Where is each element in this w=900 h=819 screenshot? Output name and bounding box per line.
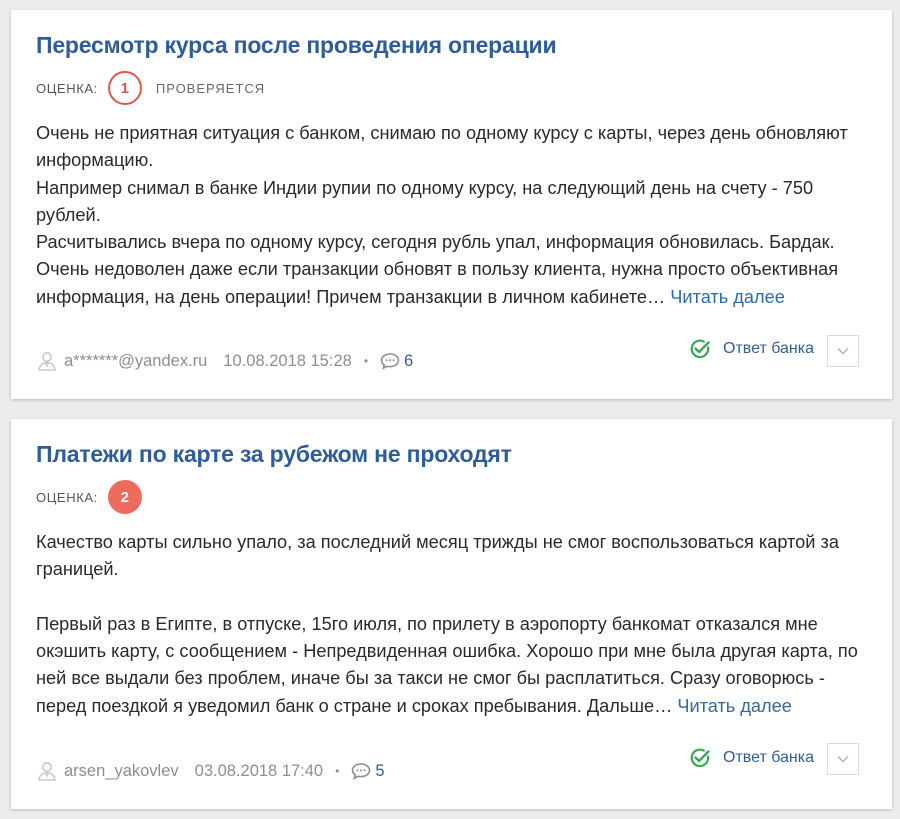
review-paragraph: Качество карты сильно упало, за последни… (36, 532, 839, 580)
comment-count[interactable]: 6 (404, 352, 413, 371)
review-meta: a*******@yandex.ru 10.08.2018 15:28 • 6 (36, 350, 413, 372)
author-name[interactable]: a*******@yandex.ru (64, 352, 207, 371)
review-date: 10.08.2018 15:28 (223, 351, 352, 370)
user-icon (38, 762, 56, 781)
rating-badge: 2 (107, 480, 142, 514)
expand-toggle-button[interactable] (827, 335, 859, 367)
bank-answer-button[interactable]: Ответ банка (689, 338, 814, 360)
review-title[interactable]: Платежи по карте за рубежом не проходят (36, 441, 512, 468)
review-paragraph: Например снимал в банке Индии рупии по о… (36, 177, 814, 225)
review-paragraph: Первый раз в Египте, в отпуске, 15го июл… (36, 611, 871, 720)
chevron-down-icon (837, 755, 849, 763)
author-name[interactable]: arsen_yakovlev (64, 762, 179, 781)
comment-icon (352, 763, 371, 780)
separator-dot: • (363, 354, 369, 368)
rating-row: ОЦЕНКА: 1 ПРОВЕРЯЕТСЯ (36, 70, 265, 106)
bank-answer-button[interactable]: Ответ банка (689, 747, 814, 769)
review-card: Пересмотр курса после проведения операци… (11, 10, 892, 399)
review-text: Качество карты сильно упало, за последни… (36, 529, 871, 720)
separator-dot: • (335, 764, 340, 778)
review-date: 03.08.2018 17:40 (194, 761, 324, 780)
rating-label: ОЦЕНКА: (36, 489, 98, 505)
read-more-link[interactable]: Читать далее (670, 287, 785, 307)
comment-icon (380, 353, 400, 370)
review-paragraph: Очень не приятная ситуация с банком, сни… (36, 123, 848, 171)
review-title[interactable]: Пересмотр курса после проведения операци… (36, 32, 557, 59)
bank-answer-label: Ответ банка (723, 340, 815, 357)
read-more-link[interactable]: Читать далее (677, 696, 792, 716)
rating-badge: 1 (107, 71, 142, 105)
check-circle-icon (690, 748, 710, 768)
review-meta: arsen_yakovlev 03.08.2018 17:40 • 5 (36, 760, 385, 782)
bank-answer-label: Ответ банка (723, 749, 815, 766)
chevron-down-icon (837, 347, 849, 355)
user-icon (38, 352, 56, 371)
status-badge: ПРОВЕРЯЕТСЯ (155, 80, 266, 96)
comment-count[interactable]: 5 (375, 762, 384, 781)
rating-row: ОЦЕНКА: 2 (36, 479, 142, 515)
review-paragraph: Расчитывались вчера по одному курсу, сег… (36, 229, 871, 311)
rating-label: ОЦЕНКА: (36, 80, 98, 96)
review-text: Очень не приятная ситуация с банком, сни… (36, 120, 871, 311)
review-card: Платежи по карте за рубежом не проходят … (11, 419, 892, 809)
expand-toggle-button[interactable] (827, 743, 859, 775)
check-circle-icon (690, 339, 710, 359)
